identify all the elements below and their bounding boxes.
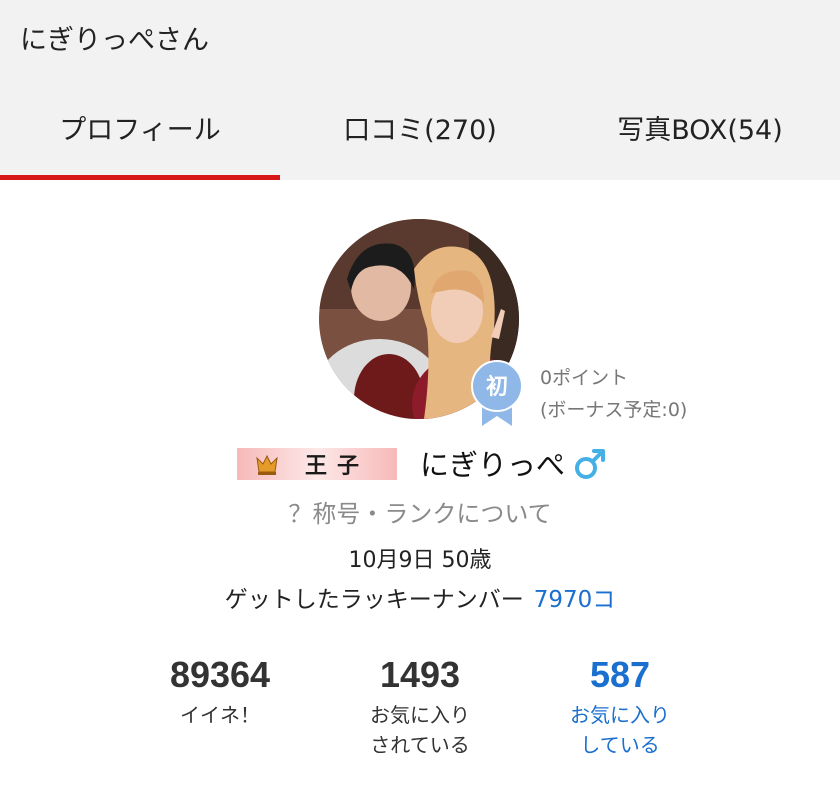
- male-icon: [572, 446, 608, 482]
- page-title: にぎりっぺさん: [20, 25, 209, 56]
- tab-profile-label: プロフィール: [59, 115, 221, 146]
- tab-reviews[interactable]: 口コミ(270): [280, 90, 560, 180]
- favoriting-label[interactable]: お気に入り している: [500, 700, 740, 760]
- favoriting-stat[interactable]: 587 お気に入り している: [500, 652, 740, 760]
- tab-bar: プロフィール 口コミ(270) 写真BOX(54): [0, 90, 840, 180]
- rank-badge: 王子: [237, 448, 397, 480]
- tab-reviews-label: 口コミ(270): [343, 115, 497, 146]
- rank-title: 王子: [305, 454, 369, 479]
- active-tab-indicator: [0, 175, 280, 180]
- points-value: 0ポイント: [540, 367, 629, 389]
- favoriting-label-line2[interactable]: している: [500, 730, 740, 760]
- birthday-age: 10月9日 50歳: [348, 548, 492, 573]
- lucky-number-value[interactable]: 7970コ: [534, 587, 616, 613]
- points-info: 0ポイント (ボーナス予定:0): [540, 362, 687, 426]
- rank-info-link[interactable]: ？称号・ランクについて: [0, 494, 840, 529]
- tab-photo-box[interactable]: 写真BOX(54): [560, 90, 840, 180]
- user-name: にぎりっぺ: [420, 448, 566, 482]
- bonus-points: (ボーナス予定:0): [540, 399, 688, 421]
- favoriting-count[interactable]: 587: [500, 652, 740, 698]
- tab-profile[interactable]: プロフィール: [0, 90, 280, 180]
- tab-photo-box-label: 写真BOX(54): [617, 115, 783, 146]
- name-row: 王子 にぎりっぺ: [0, 440, 840, 486]
- lucky-number-row: ゲットしたラッキーナンバー 7970コ: [0, 580, 840, 614]
- lucky-number-label: ゲットしたラッキーナンバー: [224, 587, 524, 613]
- first-badge: 初: [470, 360, 524, 426]
- first-badge-label: 初: [486, 374, 508, 400]
- favoriting-label-line1[interactable]: お気に入り: [500, 700, 740, 730]
- app-header: にぎりっぺさん プロフィール 口コミ(270) 写真BOX(54): [0, 0, 840, 180]
